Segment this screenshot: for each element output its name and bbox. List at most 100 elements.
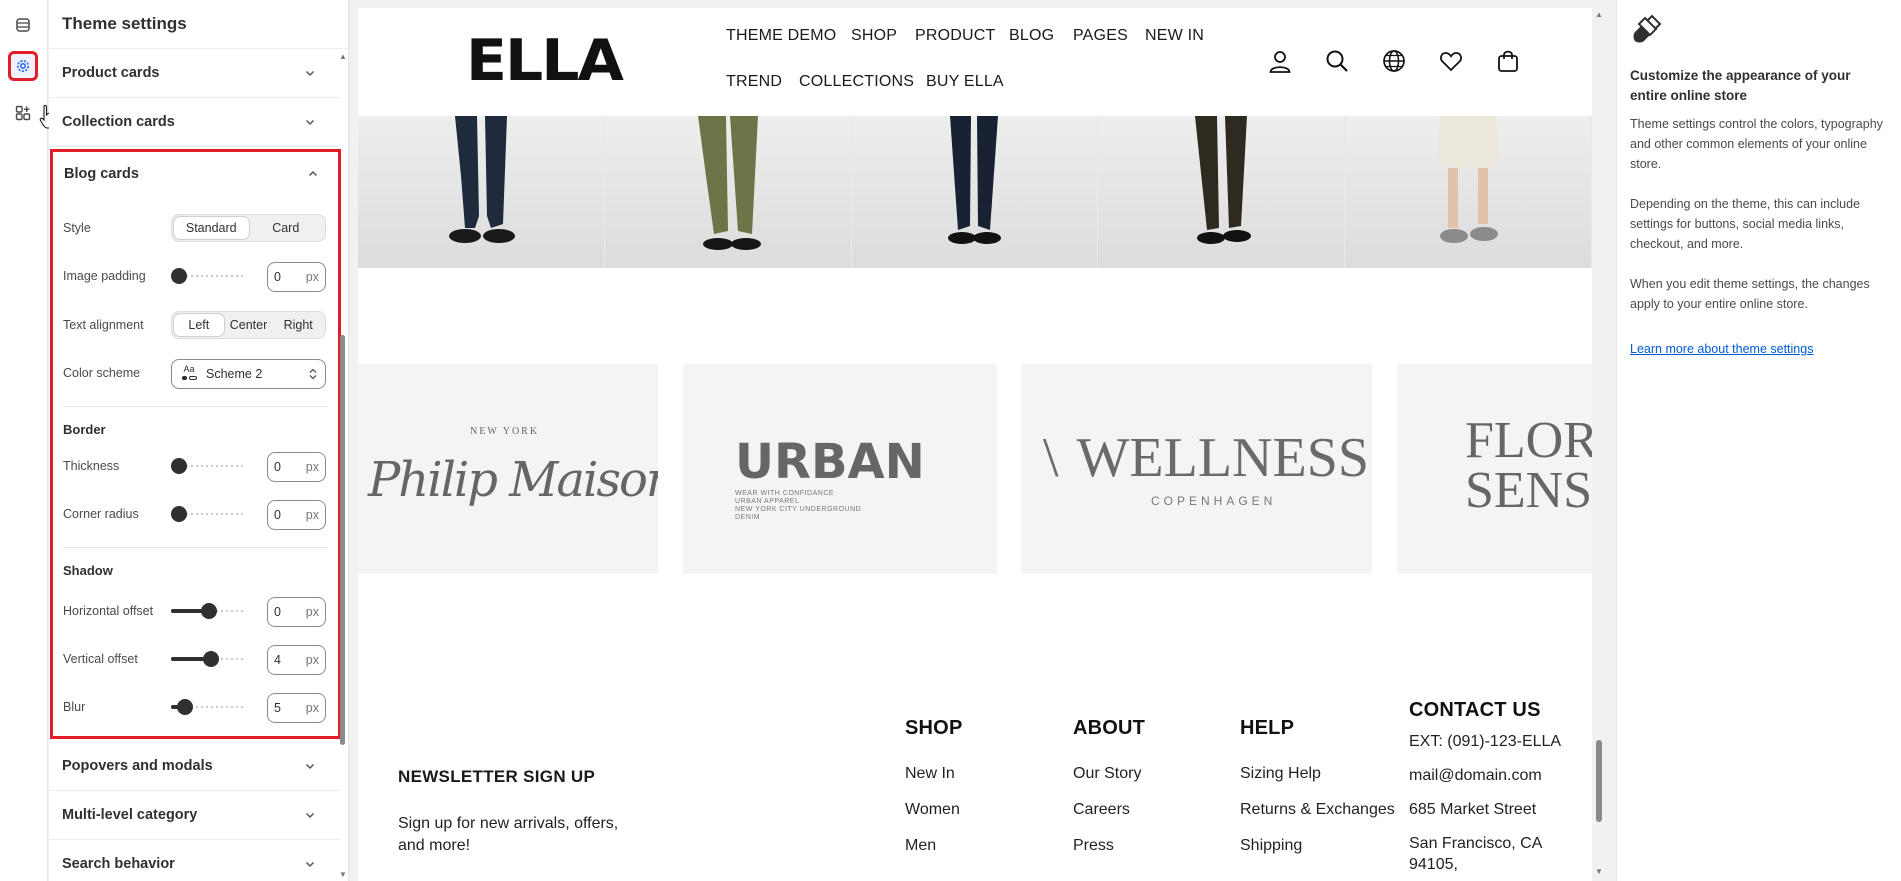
tagline-line: NEW YORK CITY UNDERGROUND — [735, 506, 862, 513]
blur-label: Blur — [63, 700, 86, 714]
preview-scroll-down-arrow[interactable]: ▼ — [1594, 867, 1604, 877]
vertical-offset-slider[interactable] — [171, 645, 246, 673]
horizontal-offset-label: Horizontal offset — [63, 604, 154, 618]
slider-handle[interactable] — [202, 651, 219, 667]
nav-link[interactable]: PRODUCT — [915, 27, 996, 45]
product-image[interactable] — [1345, 116, 1592, 268]
accordion-search-behavior[interactable]: Search behavior — [49, 840, 340, 881]
scroll-down-arrow[interactable]: ▼ — [338, 870, 348, 880]
footer-link[interactable]: Shipping — [1240, 837, 1302, 855]
accordion-blog-cards[interactable]: Blog cards — [52, 152, 340, 196]
brand-name-line: SENS — [1465, 462, 1592, 519]
footer-link[interactable]: Men — [905, 837, 936, 855]
cart-icon[interactable] — [1495, 48, 1521, 74]
preview-scroll-up-arrow[interactable]: ▲ — [1594, 10, 1604, 20]
chevron-down-icon — [305, 861, 315, 868]
nav-link[interactable]: COLLECTIONS — [799, 73, 914, 91]
slider-handle[interactable] — [200, 603, 217, 619]
accordion-popovers-and-modals[interactable]: Popovers and modals — [49, 742, 340, 791]
footer-link[interactable]: Women — [905, 801, 960, 819]
corner-radius-slider[interactable] — [171, 500, 246, 528]
store-logo[interactable]: ELLA — [466, 28, 624, 95]
chevron-up-icon — [308, 170, 318, 177]
brand-logo-wellness[interactable]: \ WELLNESS COPENHAGEN — [1021, 364, 1372, 574]
newsletter-text: Sign up for new arrivals, offers, and mo… — [398, 815, 619, 854]
style-option-standard[interactable]: Standard — [174, 217, 249, 239]
brand-logo-flor-sens[interactable]: FLOR SENS — [1397, 364, 1592, 574]
nav-link[interactable]: SHOP — [851, 27, 897, 45]
account-icon[interactable] — [1267, 48, 1293, 74]
thickness-input[interactable]: 0 px — [267, 452, 326, 482]
footer-link[interactable]: Careers — [1073, 801, 1130, 819]
product-image[interactable] — [358, 116, 605, 268]
chevron-down-icon — [305, 763, 315, 770]
accordion-label: Blog cards — [64, 166, 139, 182]
gear-icon[interactable] — [8, 51, 38, 81]
image-padding-input[interactable]: 0 px — [267, 262, 326, 292]
footer-link[interactable]: Press — [1073, 837, 1114, 855]
slider-handle[interactable] — [171, 506, 187, 522]
input-value: 0 — [274, 270, 281, 284]
horizontal-offset-input[interactable]: 0 px — [267, 597, 326, 627]
footer-link[interactable]: Returns & Exchanges — [1240, 801, 1395, 819]
slider-handle[interactable] — [171, 458, 187, 474]
tagline-line: DENIM — [735, 514, 761, 521]
apps-icon[interactable] — [8, 98, 38, 128]
nav-link[interactable]: NEW IN — [1145, 27, 1204, 45]
color-scheme-select[interactable]: Aa Scheme 2 — [171, 359, 326, 389]
slider-handle[interactable] — [171, 268, 187, 284]
nav-link[interactable]: BLOG — [1009, 27, 1054, 45]
alignment-option-right[interactable]: Right — [273, 314, 323, 336]
brand-logo-urban[interactable]: URBAN WEAR WITH CONFIDANCE URBAN APPAREL… — [683, 364, 997, 574]
corner-radius-input[interactable]: 0 px — [267, 500, 326, 530]
contact-line[interactable]: mail@domain.com — [1409, 767, 1542, 785]
vertical-offset-input[interactable]: 4 px — [267, 645, 326, 675]
accordion-multi-level-category[interactable]: Multi-level category — [49, 791, 340, 840]
blur-input[interactable]: 5 px — [267, 693, 326, 723]
select-arrows-icon — [309, 368, 317, 380]
alignment-option-left[interactable]: Left — [174, 314, 224, 336]
slider-handle[interactable] — [176, 699, 193, 715]
learn-more-link[interactable]: Learn more about theme settings — [1630, 342, 1813, 356]
text-alignment-segmented-control: Left Center Right — [171, 311, 326, 339]
unit-label: px — [305, 508, 319, 522]
brand-name: FLOR SENS — [1465, 415, 1592, 519]
product-image[interactable] — [1098, 116, 1346, 268]
icon-rail — [0, 0, 56, 881]
footer-link[interactable]: Sizing Help — [1240, 765, 1321, 783]
accordion-collection-cards[interactable]: Collection cards — [49, 98, 340, 147]
help-title: Customize the appearance of your entire … — [1630, 68, 1851, 103]
globe-icon[interactable] — [1381, 48, 1407, 74]
search-icon[interactable] — [1324, 48, 1350, 74]
alignment-option-center[interactable]: Center — [224, 314, 274, 336]
footer-link[interactable]: Our Story — [1073, 765, 1141, 783]
footer-link[interactable]: New In — [905, 765, 955, 783]
product-image[interactable] — [851, 116, 1099, 268]
style-option-card[interactable]: Card — [249, 217, 324, 239]
product-image[interactable] — [604, 116, 852, 268]
help-paragraph: When you edit theme settings, the change… — [1630, 277, 1870, 311]
color-scheme-value: Scheme 2 — [206, 367, 263, 381]
image-padding-slider[interactable] — [171, 262, 246, 290]
preview-scrollbar[interactable] — [1596, 740, 1602, 822]
nav-link[interactable]: BUY ELLA — [926, 73, 1004, 91]
thickness-slider[interactable] — [171, 452, 246, 480]
scroll-up-arrow[interactable]: ▲ — [338, 52, 348, 62]
nav-link[interactable]: TREND — [726, 73, 782, 91]
sections-icon[interactable] — [8, 10, 38, 40]
nav-link[interactable]: THEME DEMO — [726, 27, 836, 45]
input-value: 0 — [274, 605, 281, 619]
blur-slider[interactable] — [171, 693, 246, 721]
panel-scrollbar[interactable] — [340, 335, 345, 745]
wishlist-icon[interactable] — [1438, 48, 1464, 74]
brand-name: URBAN — [735, 434, 925, 490]
horizontal-offset-slider[interactable] — [171, 597, 246, 625]
accordion-product-cards[interactable]: Product cards — [49, 49, 340, 98]
contact-line: EXT: (091)-123-ELLA — [1409, 733, 1562, 750]
brand-logo-philip-maison[interactable]: NEW YORK Philip Maison — [358, 364, 658, 574]
site-header: ELLA THEME DEMO SHOP PRODUCT BLOG PAGES … — [358, 8, 1592, 116]
brand-small-text: NEW YORK — [470, 426, 540, 437]
vertical-offset-label: Vertical offset — [63, 652, 138, 666]
shadow-heading: Shadow — [63, 563, 113, 578]
nav-link[interactable]: PAGES — [1073, 27, 1128, 45]
